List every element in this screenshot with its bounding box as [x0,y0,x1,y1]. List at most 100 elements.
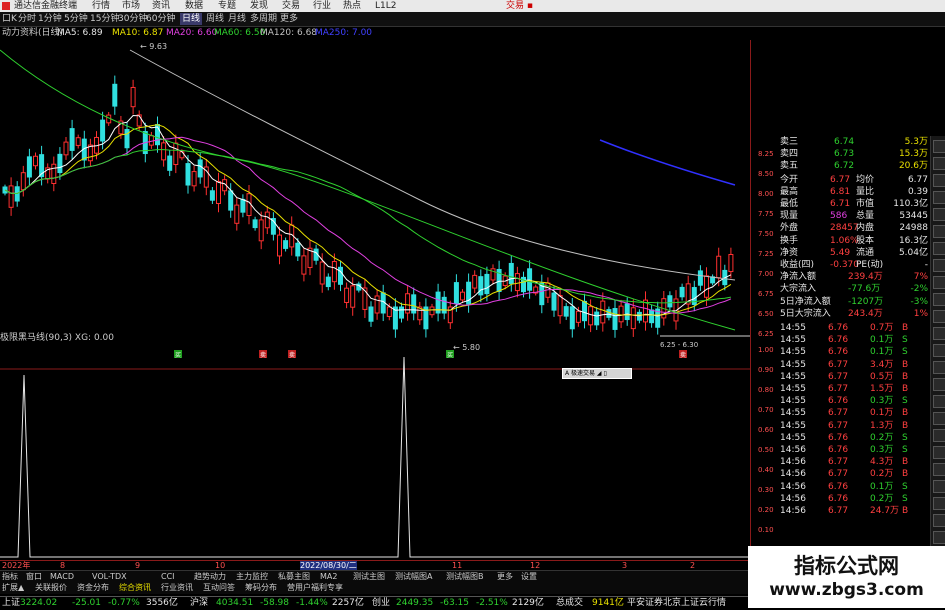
broker-server[interactable]: 平安证券北京上证云行情 [627,597,726,610]
trade-link[interactable]: 交易 ▪ [506,0,533,12]
top-menu-item[interactable]: 发现 [250,0,268,12]
tick-volume: 0.1万 [870,408,894,419]
candle-body [75,137,81,146]
osc-tick: 0.10 [758,526,774,534]
period-tab[interactable]: 多周期 [250,13,277,25]
side-tool-button[interactable] [933,259,945,272]
candle-body [624,303,630,321]
extension-tab[interactable]: 互动问答 [203,582,235,594]
tick-row: 14:55 6.76 0.1万 S [778,334,930,346]
period-tab[interactable]: 月线 [228,13,246,25]
top-menu-item[interactable]: 行情 [92,0,110,12]
stat-label: 最低 [780,199,799,209]
side-tool-button[interactable] [933,531,945,544]
side-tool-button[interactable] [933,378,945,391]
period-tab[interactable]: 日线 [180,13,203,25]
candle-body [478,276,484,296]
side-tool-button[interactable] [933,429,945,442]
period-tab[interactable]: 60分钟 [146,13,175,25]
side-tool-button[interactable] [933,463,945,476]
top-menu-item[interactable]: 行业 [313,0,331,12]
period-tab[interactable]: 30分钟 [118,13,147,25]
side-tool-button[interactable] [933,327,945,340]
tick-row: 14:56 6.77 4.3万 B [778,456,930,468]
extension-tab[interactable]: 资金分布 [77,582,109,594]
extension-tab[interactable]: 筹码分布 [245,582,277,594]
extension-tab[interactable]: 扩展▲ [2,582,24,594]
candle-body [167,155,173,171]
side-tool-button[interactable] [933,514,945,527]
side-tool-button[interactable] [933,344,945,357]
tick-price: 6.76 [828,396,849,407]
side-tool-button[interactable] [933,157,945,170]
top-menu-item[interactable]: 市场 [122,0,140,12]
sh-index-name[interactable]: 上证 [2,597,20,610]
top-menu-item[interactable]: 热点 [343,0,361,12]
side-tool-button[interactable] [933,242,945,255]
osc-tick: 0.30 [758,486,774,494]
side-tool-button[interactable] [933,497,945,510]
period-tab[interactable]: 周线 [206,13,224,25]
side-tool-button[interactable] [933,140,945,153]
stat-value2: - [924,260,928,270]
side-tool-button[interactable] [933,293,945,306]
kline-chart[interactable]: ← 9.63← 5.80 6.25 - 6.30买卖卖买卖 [0,40,750,370]
extension-tab[interactable]: 行业资讯 [161,582,193,594]
tick-row: 14:55 6.76 0.2万 S [778,432,930,444]
side-tool-button[interactable] [933,446,945,459]
side-tool-button[interactable] [933,480,945,493]
ma-legend-item: MA5: 6.89 [57,28,103,38]
period-tab[interactable]: 1分钟 [38,13,62,25]
candle-body [716,255,722,279]
candle-body [514,273,520,292]
sz-index-name[interactable]: 沪深 [190,597,208,610]
side-tool-button[interactable] [933,310,945,323]
candle-body [704,275,709,298]
candle-body [57,153,63,174]
quick-trade-popup[interactable]: A 极速交易 ◢ ▯ [562,368,632,379]
side-tool-button[interactable] [933,276,945,289]
flow-value: 243.4万 [848,308,883,319]
ma-legend-item: MA120: 6.68 [260,28,318,38]
side-tool-button[interactable] [933,395,945,408]
oscillator-chart[interactable] [0,345,750,560]
side-tool-button[interactable] [933,361,945,374]
quote-row: 大宗流入 -77.6万 -2% [778,283,930,295]
candle-body [185,163,191,186]
stat-value: 6.71 [830,199,851,209]
top-menu-item[interactable]: 专题 [218,0,236,12]
candle-body [130,86,136,108]
tick-side: S [902,432,908,443]
top-menu-item[interactable]: 数据 [185,0,203,12]
tick-volume: 4.3万 [870,457,894,468]
period-tab[interactable]: 更多 [280,13,298,25]
top-menu-item[interactable]: L1L2 [375,0,396,12]
period-tab[interactable]: 口K [2,13,17,25]
top-menu-item[interactable]: 资讯 [152,0,170,12]
side-tool-button[interactable] [933,412,945,425]
side-tool-button[interactable] [933,174,945,187]
osc-tick: 0.20 [758,506,774,514]
side-tool-button[interactable] [933,225,945,238]
top-menu-item[interactable]: 交易 [282,0,300,12]
watermark-url: www.zbgs3.com [769,580,924,600]
extension-tab[interactable]: 营用户福利专享 [287,582,343,594]
osc-tick: 0.70 [758,406,774,414]
tick-side: B [902,384,909,394]
side-tool-button[interactable] [933,208,945,221]
extension-tab[interactable]: 关联报价 [35,582,67,594]
side-tool-button[interactable] [933,191,945,204]
cy-index-name[interactable]: 创业 [372,597,390,610]
extension-tab[interactable]: 综合资讯 [119,582,151,594]
period-tab[interactable]: 分时 [18,13,36,25]
tick-volume: 0.1万 [870,481,894,492]
period-tab[interactable]: 5分钟 [64,13,88,25]
candle-body [344,287,350,303]
tick-price: 6.77 [828,371,849,382]
period-tab[interactable]: 15分钟 [90,13,119,25]
sz-index-value: 4034.51 [216,598,254,608]
tick-volume: 0.7万 [870,323,894,333]
cy-index-value: 2449.35 [396,598,434,608]
tick-price: 6.76 [828,445,849,455]
candle-body [679,286,685,298]
